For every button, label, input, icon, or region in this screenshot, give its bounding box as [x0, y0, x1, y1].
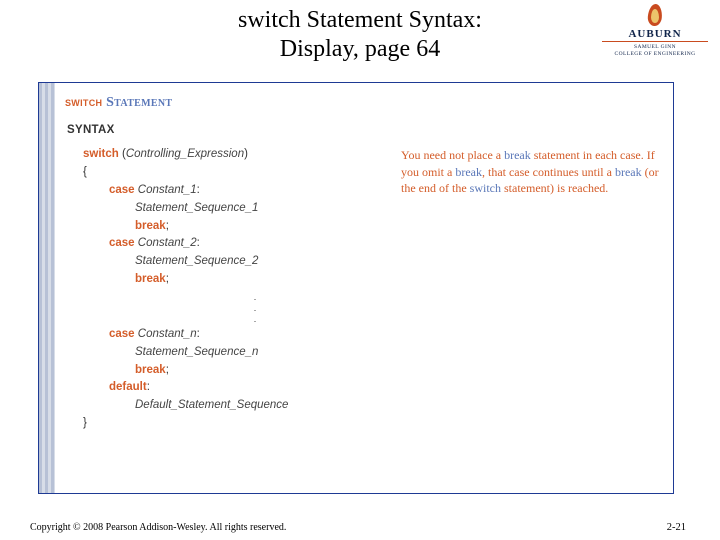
logo-sub1: SAMUEL GINN [634, 44, 676, 50]
callout-kw-break1: break [504, 148, 531, 162]
syntax-figure: switch Statement SYNTAX switch (Controll… [38, 82, 674, 494]
title-kw-switch: switch [65, 94, 102, 109]
callout-kw-break3: break [615, 165, 642, 179]
brace-close: } [83, 415, 661, 433]
stmt-seq-1: Statement_Sequence_1 [135, 202, 258, 214]
copyright-footer: Copyright © 2008 Pearson Addison-Wesley.… [30, 522, 286, 533]
title-line1: switch Statement Syntax: [238, 7, 482, 33]
kw-case-n: case [109, 328, 135, 340]
const-1: Constant_1 [135, 184, 197, 196]
auburn-logo: AUBURN SAMUEL GINN COLLEGE OF ENGINEERIN… [600, 4, 710, 58]
callout-note: You need not place a break statement in … [401, 147, 661, 197]
flame-icon [648, 4, 662, 26]
ellipsis-dots: . . . [125, 292, 385, 325]
kw-switch: switch [83, 148, 119, 160]
figure-stripe-decor [39, 83, 55, 493]
callout-kw-break2: break [455, 165, 482, 179]
logo-subtitle: SAMUEL GINN COLLEGE OF ENGINEERING [600, 44, 710, 58]
callout-kw-switch: switch [470, 181, 501, 195]
default-stmt-seq: Default_Statement_Sequence [135, 399, 288, 411]
const-2: Constant_2 [135, 237, 197, 249]
kw-break-2: break [135, 273, 166, 285]
logo-sub2: COLLEGE OF ENGINEERING [615, 51, 696, 57]
header: switch Statement Syntax: Display, page 6… [0, 0, 720, 78]
kw-case-1: case [109, 184, 135, 196]
kw-break-1: break [135, 220, 166, 232]
title-rest: Statement [102, 95, 172, 110]
figure-content: switch Statement SYNTAX switch (Controll… [55, 83, 673, 493]
slide-number: 2-21 [667, 522, 686, 533]
logo-divider [602, 41, 708, 42]
syntax-code-tail: case Constant_n:Statement_Sequence_nbrea… [65, 326, 661, 433]
controlling-expr: Controlling_Expression [126, 148, 244, 160]
stmt-seq-n: Statement_Sequence_n [135, 346, 258, 358]
logo-university-name: AUBURN [600, 28, 710, 40]
stmt-seq-2: Statement_Sequence_2 [135, 255, 258, 267]
kw-break-n: break [135, 364, 166, 376]
const-n: Constant_n [135, 328, 197, 340]
kw-default: default [109, 381, 147, 393]
title-line2: Display, page 64 [280, 36, 440, 62]
syntax-heading: SYNTAX [67, 123, 661, 139]
kw-case-2: case [109, 237, 135, 249]
figure-title: switch Statement [65, 93, 661, 113]
